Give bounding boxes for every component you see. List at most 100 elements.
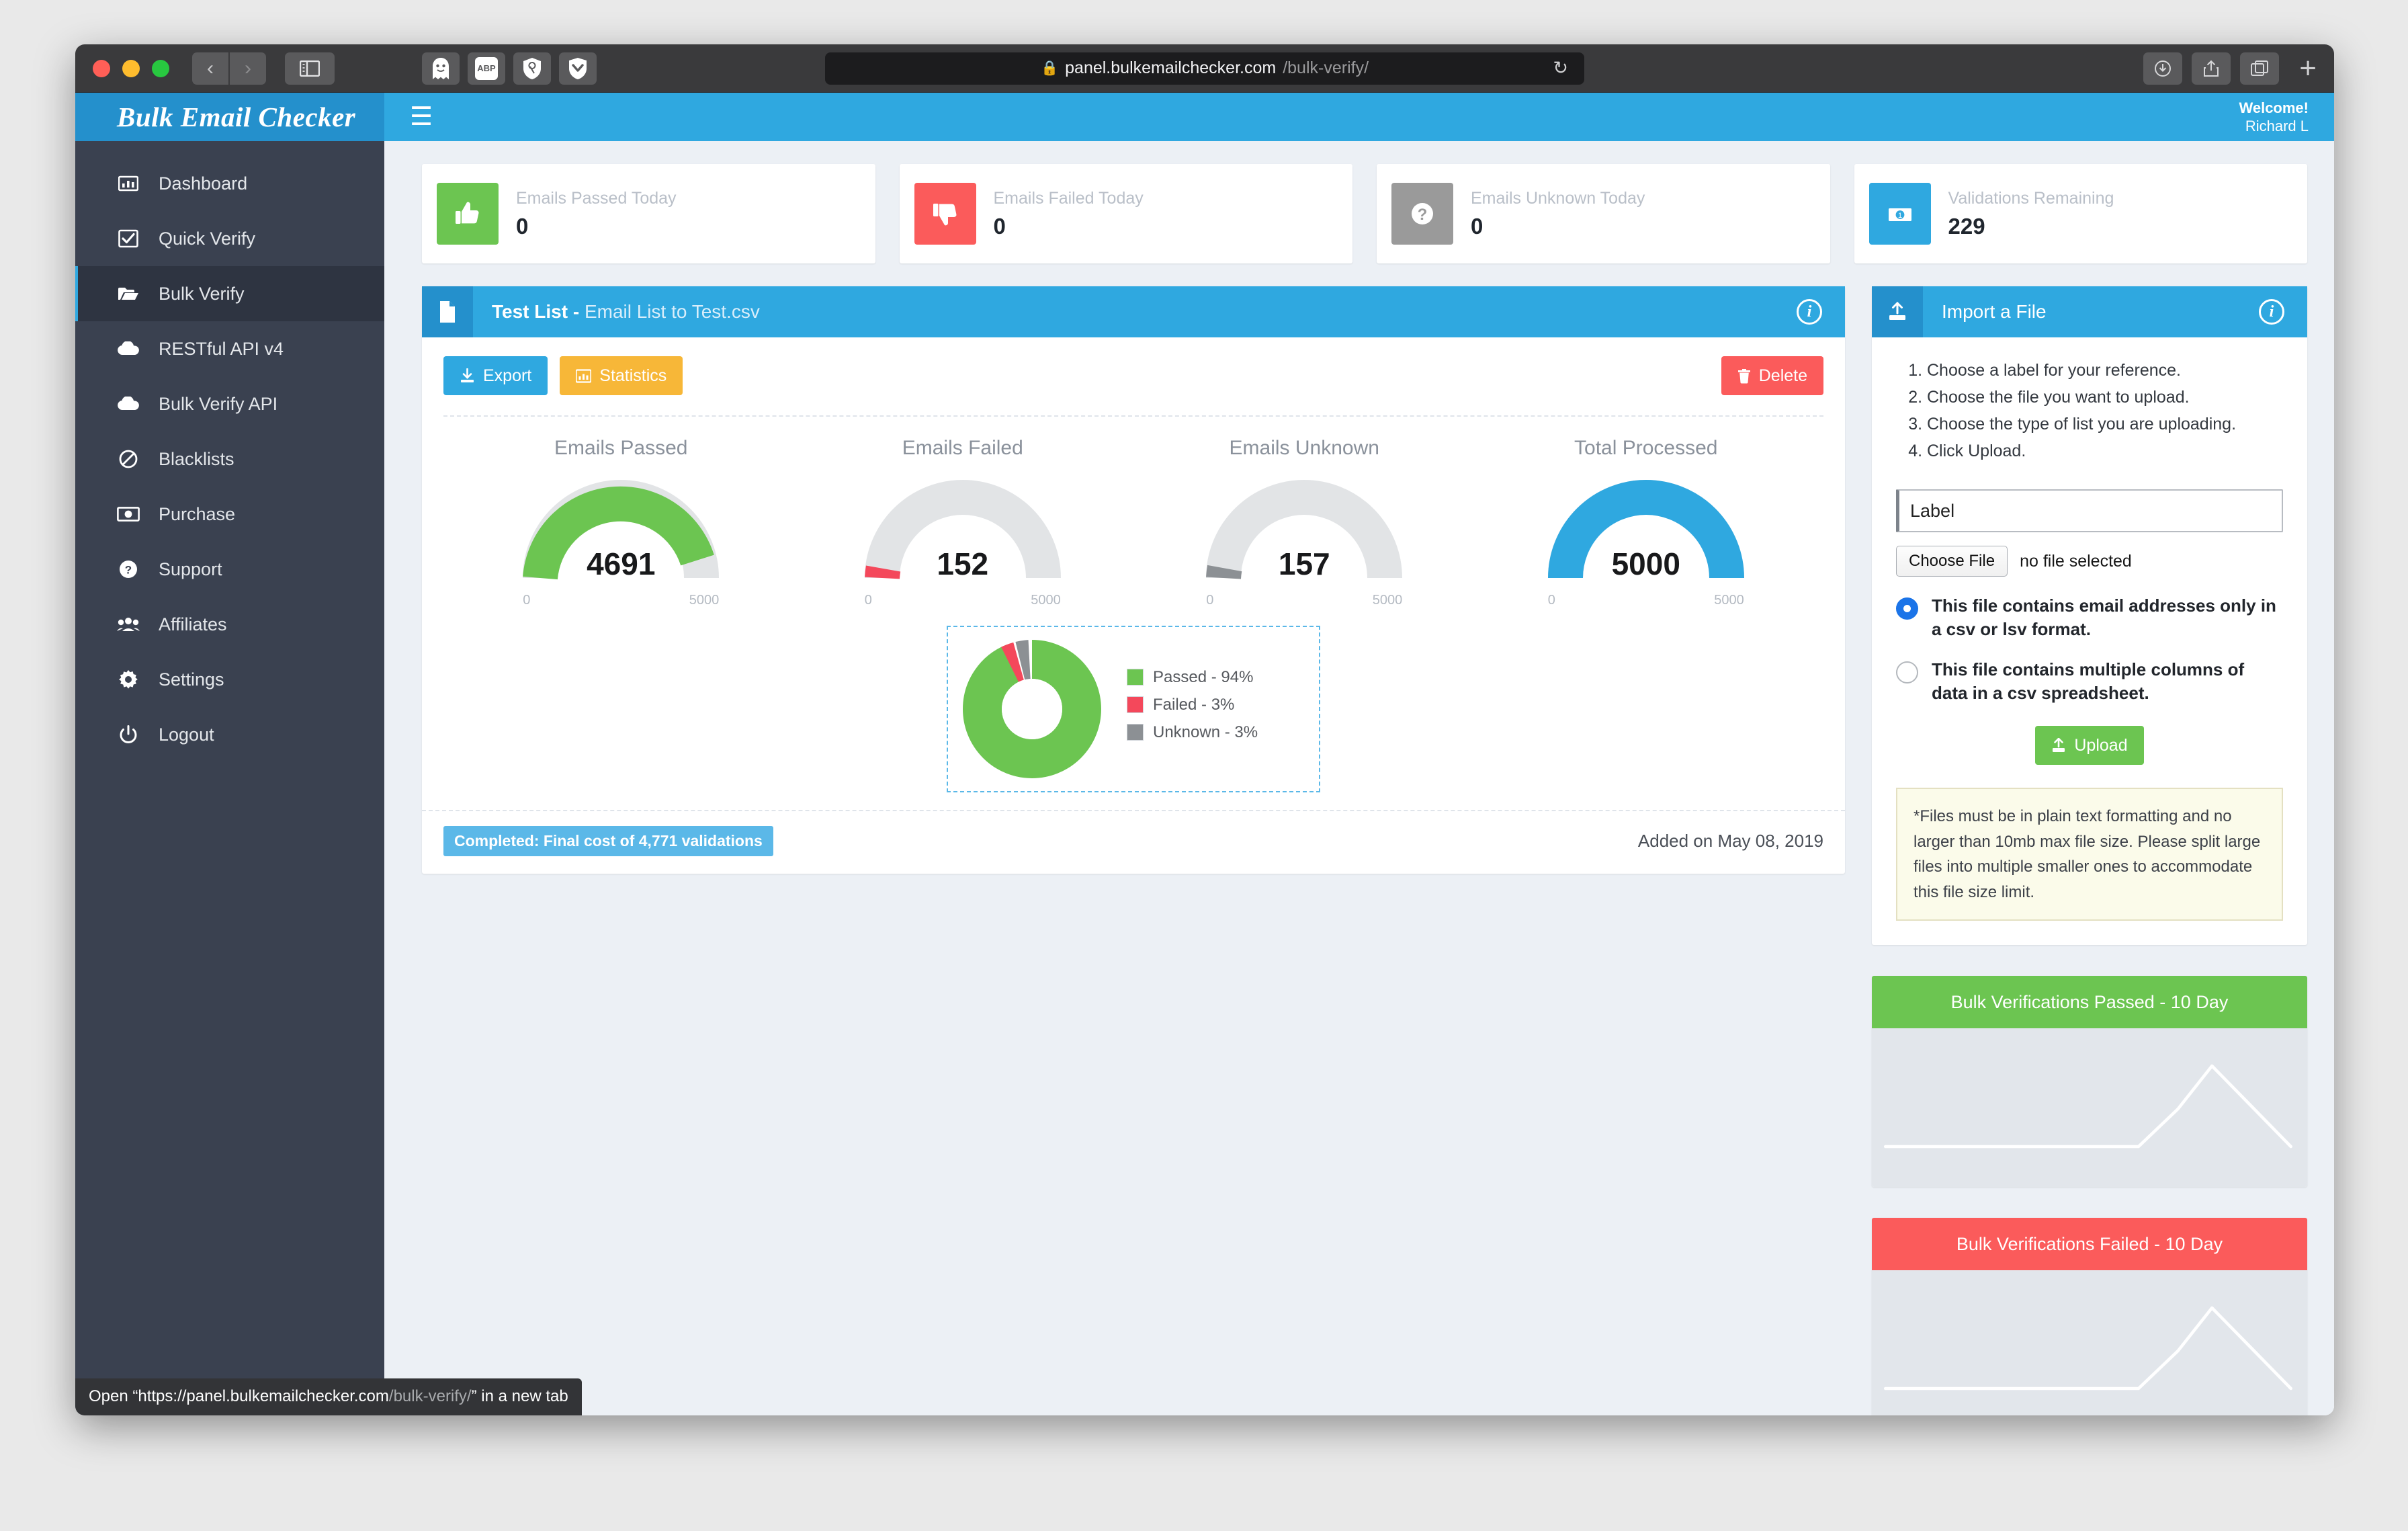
spark-panel-passed: Bulk Verifications Passed - 10 Day xyxy=(1872,976,2307,1188)
sidebar-item-purchase[interactable]: Purchase xyxy=(75,487,384,542)
svg-text:?: ? xyxy=(125,564,132,577)
statistics-button[interactable]: Statistics xyxy=(560,356,683,395)
sidebar-item-bulk-verify-api[interactable]: Bulk Verify API xyxy=(75,376,384,431)
sidebar-item-bulk-verify[interactable]: Bulk Verify xyxy=(75,266,384,321)
downloads-icon[interactable] xyxy=(2143,52,2183,85)
new-tab-button[interactable]: + xyxy=(2299,53,2317,83)
radio-button[interactable] xyxy=(1896,597,1918,620)
gauge-title: Emails Passed xyxy=(554,437,688,459)
upload-icon xyxy=(2051,737,2066,753)
thumbs-up-icon xyxy=(437,183,499,245)
sidebar-item-support[interactable]: ? Support xyxy=(75,542,384,597)
cloud-icon xyxy=(117,341,140,356)
radio-button[interactable] xyxy=(1896,661,1918,684)
upload-button[interactable]: Upload xyxy=(2035,726,2144,766)
toolbar-right-buttons: + xyxy=(2143,52,2317,85)
sidebar-nav: Dashboard Quick Verify Bulk Verify RESTf… xyxy=(75,141,384,1415)
reload-icon[interactable]: ↻ xyxy=(1553,58,1568,79)
browser-window: ‹ › ABP 🔒 panel.bulkemailchecker.com /bu… xyxy=(75,44,2334,1415)
money-bill-icon: 1 xyxy=(1868,183,1931,245)
folder-open-icon xyxy=(117,286,140,302)
welcome-block: Welcome! Richard L xyxy=(2239,99,2309,136)
forward-button[interactable]: › xyxy=(230,52,266,85)
spark-chart-passed xyxy=(1872,1028,2307,1188)
import-steps-list: Choose a label for your reference. Choos… xyxy=(1927,358,2283,464)
legend-item: Failed - 3% xyxy=(1127,696,1258,714)
money-bill-icon xyxy=(117,507,140,522)
stat-label: Emails Failed Today xyxy=(993,188,1144,208)
stat-card-emails-failed-today: Emails Failed Today 0 xyxy=(899,164,1352,263)
address-bar[interactable]: 🔒 panel.bulkemailchecker.com /bulk-verif… xyxy=(825,52,1584,85)
sidebar-item-quick-verify[interactable]: Quick Verify xyxy=(75,211,384,266)
welcome-greeting: Welcome! xyxy=(2239,99,2309,116)
hamburger-icon[interactable]: ☰ xyxy=(410,104,433,130)
radio-option-email-only[interactable]: This file contains email addresses only … xyxy=(1896,594,2283,640)
sidebar-item-label: Bulk Verify xyxy=(159,283,245,304)
gauge-max: 5000 xyxy=(1031,593,1061,608)
radio-label: This file contains email addresses only … xyxy=(1932,595,2276,639)
export-button[interactable]: Export xyxy=(443,356,548,395)
status-tooltip-suffix: ” in a new tab xyxy=(471,1387,568,1405)
gauge-arc: 5000 xyxy=(1547,472,1744,586)
svg-text:1: 1 xyxy=(1897,212,1901,220)
legend-swatch-unknown xyxy=(1127,724,1144,741)
stat-value: 0 xyxy=(1471,213,1484,239)
adblock-plus-extension-icon[interactable]: ABP xyxy=(468,52,505,85)
pocket-extension-icon[interactable] xyxy=(559,52,597,85)
file-picker-row: Choose File no file selected xyxy=(1896,546,2283,577)
app-brand-logo[interactable]: Bulk Email Checker xyxy=(75,93,384,141)
legend-swatch-failed xyxy=(1127,696,1144,713)
gauge-scale: 0 5000 xyxy=(523,593,719,608)
gauge-scale: 0 5000 xyxy=(1206,593,1402,608)
sidebar-item-affiliates[interactable]: Affiliates xyxy=(75,597,384,652)
sidebar-item-dashboard[interactable]: Dashboard xyxy=(75,156,384,211)
stat-card-emails-unknown-today: ? Emails Unknown Today 0 xyxy=(1377,164,1830,263)
spark-panel-title: Bulk Verifications Passed - 10 Day xyxy=(1872,976,2307,1029)
list-filename: Email List to Test.csv xyxy=(584,301,760,322)
info-icon[interactable]: i xyxy=(2259,299,2284,325)
gauge-emails-failed: Emails Failed 152 0 5000 xyxy=(792,437,1134,608)
gauge-scale: 0 5000 xyxy=(1548,593,1744,608)
delete-button[interactable]: Delete xyxy=(1721,356,1823,395)
spark-chart-failed xyxy=(1872,1270,2307,1415)
ghostery-extension-icon[interactable] xyxy=(422,52,460,85)
gauge-value: 4691 xyxy=(587,546,656,581)
radio-option-multi-column[interactable]: This file contains multiple columns of d… xyxy=(1896,658,2283,704)
status-bar-tooltip: Open “https://panel.bulkemailchecker.com… xyxy=(75,1378,582,1415)
minimize-window-button[interactable] xyxy=(122,59,140,77)
privacy-badger-extension-icon[interactable] xyxy=(513,52,551,85)
sidebar-item-restful-api[interactable]: RESTful API v4 xyxy=(75,321,384,376)
back-button[interactable]: ‹ xyxy=(192,52,228,85)
stat-card-validations-remaining: 1 Validations Remaining 229 xyxy=(1854,164,2307,263)
legend-item: Passed - 94% xyxy=(1127,668,1258,687)
choose-file-button[interactable]: Choose File xyxy=(1896,546,2008,577)
bar-chart-icon xyxy=(576,368,592,383)
question-mark-icon: ? xyxy=(1391,183,1453,245)
share-icon[interactable] xyxy=(2192,52,2231,85)
power-off-icon xyxy=(117,725,140,744)
gauge-max: 5000 xyxy=(1372,593,1403,608)
donut-chart-container: Passed - 94% Failed - 3% Unknown - 3% xyxy=(947,626,1320,792)
maximize-window-button[interactable] xyxy=(152,59,169,77)
sidebar-item-settings[interactable]: Settings xyxy=(75,652,384,707)
sidebar-item-label: Affiliates xyxy=(159,614,227,634)
sidebar-item-blacklists[interactable]: Blacklists xyxy=(75,431,384,487)
sidebar-item-logout[interactable]: Logout xyxy=(75,707,384,762)
users-icon xyxy=(117,616,140,632)
spark-panel-title: Bulk Verifications Failed - 10 Day xyxy=(1872,1218,2307,1271)
gauge-max: 5000 xyxy=(1714,593,1744,608)
legend-label: Failed - 3% xyxy=(1153,695,1235,714)
stat-label: Emails Passed Today xyxy=(516,188,677,208)
gauge-min: 0 xyxy=(1547,593,1555,608)
gauge-arc: 157 xyxy=(1206,472,1403,586)
sidebar-toggle-icon[interactable] xyxy=(285,52,335,85)
list-action-buttons: Export Statistics Delete xyxy=(443,356,1823,395)
show-tabs-icon[interactable] xyxy=(2240,52,2280,85)
import-panel-header: Import a File i xyxy=(1872,286,2307,337)
info-icon[interactable]: i xyxy=(1797,299,1822,325)
stat-label: Validations Remaining xyxy=(1948,188,2114,208)
sidebar-item-label: Purchase xyxy=(159,503,236,524)
label-input[interactable] xyxy=(1896,489,2283,532)
close-window-button[interactable] xyxy=(93,59,110,77)
cloud-icon xyxy=(117,397,140,411)
